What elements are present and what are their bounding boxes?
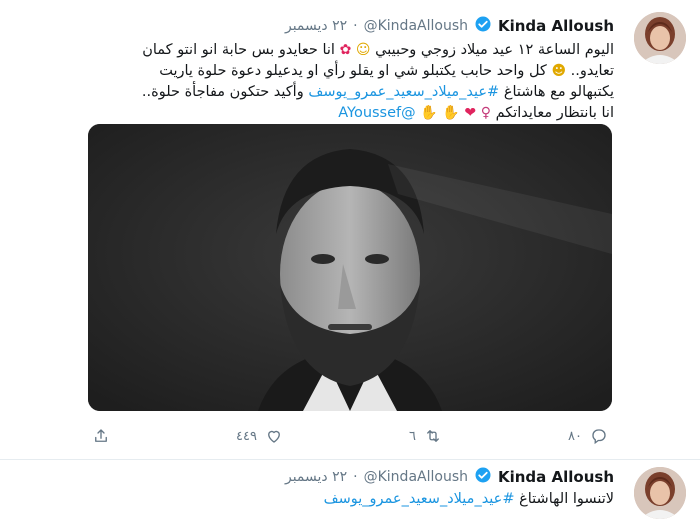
portrait-photo xyxy=(88,124,612,411)
smiling-face-icon: ☺ xyxy=(355,42,371,58)
tweet-text-part: يكتبهالو مع هاشتاغ xyxy=(503,84,614,100)
tweet[interactable]: Kinda Alloush @KindaAlloush · ٢٢ ديسمبر … xyxy=(0,0,700,460)
handle[interactable]: @KindaAlloush xyxy=(364,469,468,485)
tweet-text-part: انا حعايدو بس حابة انو انتو كمان xyxy=(142,42,335,58)
avatar-image xyxy=(634,467,686,519)
heart-eyes-icon: ❤ xyxy=(464,105,477,121)
tweet-photo[interactable] xyxy=(88,124,612,411)
avatar-image xyxy=(634,12,686,64)
tweet-text: لاتنسوا الهاشتاغ #عيد_ميلاد_سعيد_عمرو_يو… xyxy=(74,489,614,510)
separator: · xyxy=(353,469,358,485)
like-count: ٤٤٩ xyxy=(236,428,257,444)
like-button[interactable]: ٤٤٩ xyxy=(236,427,283,445)
hashtag-link[interactable]: #عيد_ميلاد_سعيد_عمرو_يوسف xyxy=(308,84,499,100)
tweet-header: Kinda Alloush @KindaAlloush · ٢٢ ديسمبر xyxy=(285,467,614,487)
timestamp[interactable]: ٢٢ ديسمبر xyxy=(285,469,347,485)
reply-button[interactable]: ٨٠ xyxy=(568,427,608,445)
retweet-button[interactable]: ٦ xyxy=(409,427,442,445)
tweet-text-part: وأكيد حتكون مفاجأة حلوة.. xyxy=(141,84,304,100)
display-name[interactable]: Kinda Alloush xyxy=(498,17,614,35)
tweet-text-part: انا بانتظار معايداتكم xyxy=(495,105,614,121)
retweet-count: ٦ xyxy=(409,428,416,444)
tweet-text-part: اليوم الساعة ١٢ عيد ميلاد زوجي وحبيبي xyxy=(375,42,614,58)
display-name[interactable]: Kinda Alloush xyxy=(498,468,614,486)
avatar[interactable] xyxy=(634,12,686,64)
avatar[interactable] xyxy=(634,467,686,519)
timestamp[interactable]: ٢٢ ديسمبر xyxy=(285,18,347,34)
tweet-header: Kinda Alloush @KindaAlloush · ٢٢ ديسمبر xyxy=(285,16,614,36)
mention-link[interactable]: @AYoussef xyxy=(338,105,415,121)
tweet-text: اليوم الساعة ١٢ عيد ميلاد زوجي وحبيبي ☺ … xyxy=(74,40,614,124)
share-button[interactable] xyxy=(92,427,110,445)
tweet-text-part: كل واحد حابب يكتبلو شي او يقلو رأي او يد… xyxy=(159,63,547,79)
heart-icon xyxy=(268,430,280,443)
clapping-hands-icon: ✋ xyxy=(442,105,460,121)
verified-badge-icon xyxy=(474,466,492,488)
handle[interactable]: @KindaAlloush xyxy=(364,18,468,34)
retweet-icon xyxy=(427,430,439,442)
tweet-actions: ٨٠ ٦ ٤٤٩ xyxy=(88,426,612,446)
clapping-hands-icon: ✋ xyxy=(420,105,438,121)
share-icon xyxy=(95,429,107,442)
tweet-text-part: لاتنسوا الهاشتاغ xyxy=(519,491,614,507)
tweet[interactable]: Kinda Alloush @KindaAlloush · ٢٢ ديسمبر … xyxy=(0,461,700,525)
birthday-cake-icon: ✿ xyxy=(339,42,352,58)
verified-badge-icon xyxy=(474,15,492,37)
reply-icon xyxy=(592,429,606,445)
views-count: ٨٠ xyxy=(568,428,582,444)
tweet-text-part: تعايدو.. xyxy=(570,63,614,79)
smiley-icon: ☻ xyxy=(551,63,567,79)
separator: · xyxy=(353,18,358,34)
hashtag-link[interactable]: #عيد_ميلاد_سعيد_عمرو_يوسف xyxy=(324,491,515,507)
dancer-icon: ♀ xyxy=(480,105,491,121)
